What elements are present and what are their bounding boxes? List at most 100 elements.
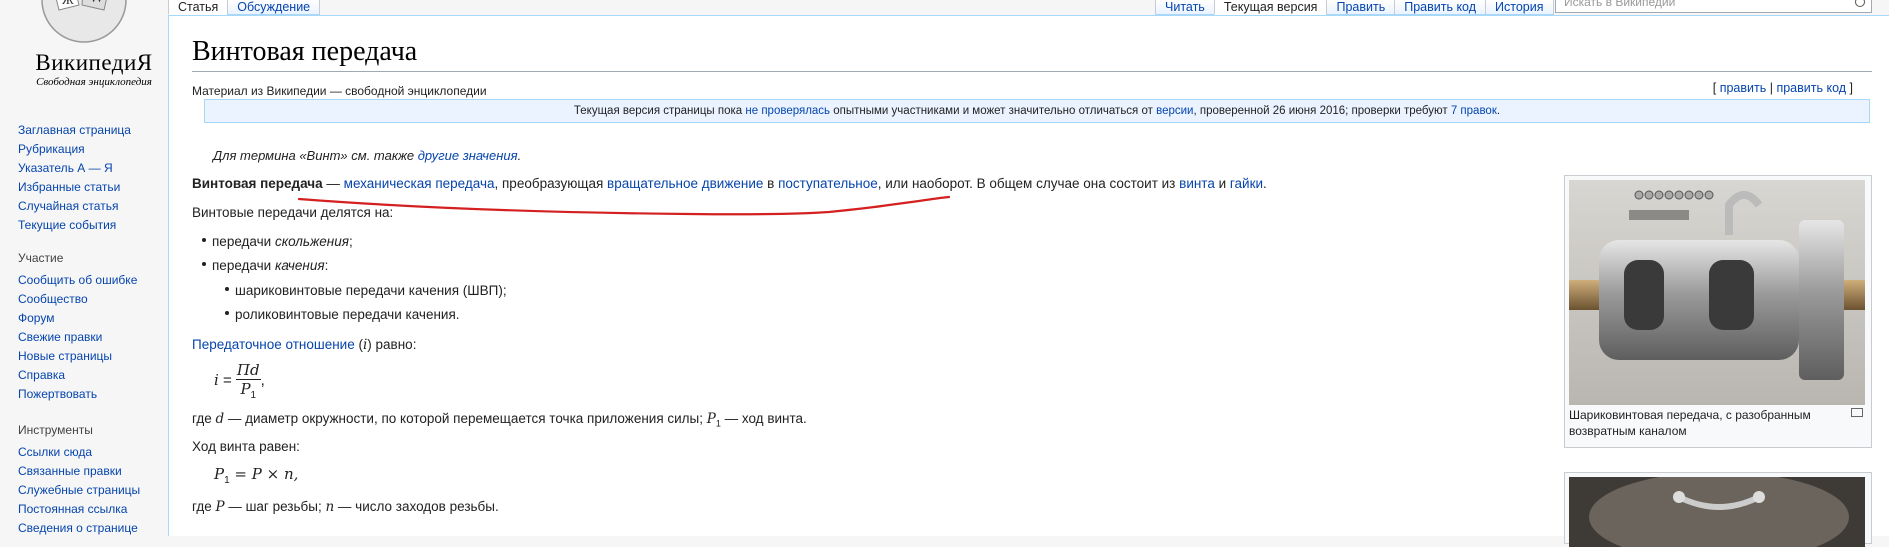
notice-text: , проверенной 26 июня 2016; проверки тре… [1193, 105, 1451, 117]
math-subscript: 1 [250, 390, 257, 401]
svg-text:W: W [89, 0, 105, 6]
namespace-tabs: Статья Обсуждение [168, 0, 321, 15]
list-text: шариковинтовые передачи качения (ШВП); [235, 283, 507, 298]
site-subtitle: Материал из Википедии — свободной энцикл… [192, 84, 487, 98]
math-fraction: Πd P1 [235, 361, 261, 401]
nav-item-main-page[interactable]: Заглавная страница [18, 121, 131, 140]
hatnote-text: Для термина «Винт» см. также [213, 148, 418, 163]
lead-text: . [1263, 176, 1267, 191]
math-var: d [215, 411, 225, 427]
link-nut[interactable]: гайки [1230, 176, 1263, 191]
edit-link[interactable]: править [1720, 81, 1767, 95]
nav-item-index[interactable]: Указатель А — Я [18, 159, 131, 178]
nav-item-report-error[interactable]: Сообщить об ошибке [18, 271, 137, 290]
search-icon[interactable] [1855, 0, 1865, 7]
math-var: P [215, 499, 225, 515]
bullet [202, 262, 206, 267]
second-photo[interactable] [1569, 477, 1865, 547]
nav-participation: Участие Сообщить об ошибке Сообщество Фо… [18, 251, 137, 404]
stroke-intro: Ход винта равен: [192, 439, 300, 454]
notice-text: Текущая версия страницы пока [573, 105, 746, 117]
nav-main: Заглавная страница Рубрикация Указатель … [18, 121, 131, 235]
review-notice: Текущая версия страницы пока не проверял… [204, 99, 1870, 123]
tab-edit-source[interactable]: Править код [1394, 0, 1486, 15]
nav-item-help[interactable]: Справка [18, 366, 137, 385]
sidebar: W Ж ВикипедиЯ Свободная энциклопедия Заг… [0, 0, 168, 535]
notice-link-version[interactable]: версии [1156, 105, 1193, 117]
edit-links: [ править | править код ] [1713, 81, 1853, 95]
divided-intro: Винтовые передачи делятся на: [192, 205, 394, 220]
text: — ход винта. [720, 411, 807, 426]
nav-tools: Инструменты Ссылки сюда Связанные правки… [18, 423, 140, 538]
ratio-text: ) равно: [367, 337, 417, 352]
lead-text: и [1214, 176, 1230, 191]
nav-item-categories[interactable]: Рубрикация [18, 140, 131, 159]
bracket-close: ] [1846, 81, 1853, 95]
where-paragraph-2: где P — шаг резьбы; n — число заходов ре… [192, 499, 499, 515]
list-text: : [324, 258, 329, 273]
where-paragraph-1: где d — диаметр окружности, по которой п… [192, 411, 807, 429]
nav-item-donate[interactable]: Пожертвовать [18, 385, 137, 404]
bullet [202, 238, 206, 243]
hatnote: Для термина «Винт» см. также другие знач… [213, 148, 521, 163]
ratio-paragraph: Передаточное отношение (i) равно: [192, 337, 416, 353]
edit-source-link[interactable]: править код [1776, 81, 1846, 95]
sub-list-item-roller-screw: роликовинтовые передачи качения. [225, 307, 460, 322]
nav-item-community[interactable]: Сообщество [18, 290, 137, 309]
ratio-text: ( [354, 337, 363, 352]
list-text: передачи [212, 258, 275, 273]
text: где [192, 499, 216, 514]
notice-text: . [1496, 105, 1501, 117]
math-denominator: P [240, 380, 251, 398]
wikipedia-logo[interactable]: W Ж ВикипедиЯ Свободная энциклопедия [0, 0, 168, 100]
bullet [225, 311, 229, 316]
math-punct: , [260, 371, 265, 389]
text: — диаметр окружности, по которой перемещ… [224, 411, 707, 426]
nav-item-forum[interactable]: Форум [18, 309, 137, 328]
link-screw[interactable]: винта [1179, 176, 1215, 191]
math-var: P [706, 411, 716, 427]
nav-item-featured[interactable]: Избранные статьи [18, 178, 131, 197]
notice-link-unreviewed[interactable]: не проверялась [745, 105, 830, 117]
math-numerator: Πd [235, 361, 261, 380]
puzzle-globe-icon: W Ж [41, 0, 127, 43]
list-term: качения [274, 258, 325, 273]
magnify-icon[interactable] [1851, 408, 1863, 417]
nav-item-new-pages[interactable]: Новые страницы [18, 347, 137, 366]
math-var: n [325, 499, 335, 515]
tab-read[interactable]: Читать [1155, 0, 1214, 15]
tab-current-version[interactable]: Текущая версия [1213, 0, 1327, 15]
bullet [225, 287, 229, 292]
formula-stroke: P1 = P × n, [214, 465, 298, 486]
nav-item-related-changes[interactable]: Связанные правки [18, 462, 140, 481]
tab-article[interactable]: Статья [168, 0, 228, 15]
tab-talk[interactable]: Обсуждение [227, 0, 321, 15]
formula-ratio: i = Πd P1, [214, 361, 265, 401]
list-text: роликовинтовые передачи качения. [235, 307, 460, 322]
link-gear-ratio[interactable]: Передаточное отношение [192, 337, 355, 352]
thumbnail-caption: Шариковинтовая передача, с разобранным в… [1569, 408, 1811, 438]
tab-history[interactable]: История [1485, 0, 1554, 15]
nav-item-what-links-here[interactable]: Ссылки сюда [18, 443, 140, 462]
nav-item-random[interactable]: Случайная статья [18, 197, 131, 216]
hatnote-link[interactable]: другие значения [418, 148, 518, 163]
svg-text:Ж: Ж [62, 0, 74, 7]
nav-participation-heading: Участие [18, 251, 64, 265]
notice-text: опытными участниками и может значительно… [830, 105, 1157, 117]
wikipedia-wordmark: ВикипедиЯ [35, 50, 153, 75]
list-item-sliding: передачи скольжения; [202, 234, 353, 249]
nav-tools-heading: Инструменты [18, 423, 93, 437]
nav-item-special-pages[interactable]: Служебные страницы [18, 481, 140, 500]
list-text: передачи [212, 234, 275, 249]
tab-edit[interactable]: Править [1326, 0, 1395, 15]
hatnote-end: . [517, 148, 522, 163]
thumbnail-second [1564, 472, 1872, 547]
search-input[interactable]: Искать в Википедии [1555, 0, 1872, 13]
nav-item-recent-changes[interactable]: Свежие правки [18, 328, 137, 347]
ball-screw-photo[interactable] [1569, 180, 1865, 405]
nav-item-page-info[interactable]: Сведения о странице [18, 519, 140, 538]
notice-link-edits[interactable]: 7 правок [1451, 105, 1497, 117]
nav-item-permanent-link[interactable]: Постоянная ссылка [18, 500, 140, 519]
math-op: = [218, 371, 236, 389]
nav-item-current-events[interactable]: Текущие события [18, 216, 131, 235]
